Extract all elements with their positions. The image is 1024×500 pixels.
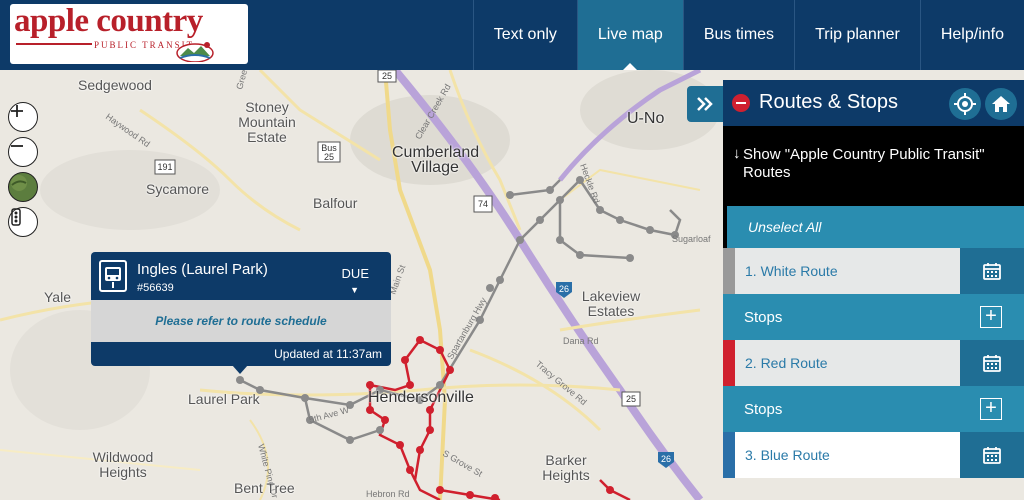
main-nav: Text only Live map Bus times Trip planne…: [472, 0, 1024, 70]
plus-icon[interactable]: +: [980, 398, 1002, 420]
plus-icon[interactable]: +: [980, 306, 1002, 328]
svg-text:25: 25: [324, 152, 334, 162]
svg-text:Hebron Rd: Hebron Rd: [366, 489, 410, 499]
place-label: Laurel Park: [188, 391, 260, 407]
svg-text:Sugarloaf: Sugarloaf: [672, 234, 711, 244]
logo[interactable]: apple country PUBLIC TRANSIT: [10, 4, 248, 64]
satellite-toggle[interactable]: [8, 172, 38, 202]
route-label: 3. Blue Route: [745, 447, 830, 463]
nav-text-only[interactable]: Text only: [472, 0, 577, 70]
place-label: Lakeview Estates: [581, 288, 641, 319]
satellite-icon: [11, 175, 27, 191]
show-routes-label: Show "Apple Country Public Transit" Rout…: [743, 146, 985, 181]
route-item-white[interactable]: 1. White Route: [723, 248, 1024, 294]
show-routes-toggle[interactable]: ↓ Show "Apple Country Public Transit" Ro…: [723, 126, 1024, 206]
unselect-all-button[interactable]: Unselect All: [723, 206, 1024, 248]
route-label: 1. White Route: [745, 263, 838, 279]
popup-message: Please refer to route schedule: [91, 300, 391, 342]
plus-icon: [11, 105, 23, 117]
svg-text:Dana Rd: Dana Rd: [563, 336, 599, 346]
place-label: Wildwood Heights: [92, 449, 154, 480]
traffic-light-icon: [11, 208, 21, 226]
nav-bus-times[interactable]: Bus times: [682, 0, 794, 70]
close-panel-icon[interactable]: [732, 94, 750, 112]
schedule-button[interactable]: [960, 432, 1024, 478]
caret-down-icon[interactable]: ▼: [350, 285, 359, 295]
place-label: Balfour: [313, 195, 358, 211]
svg-text:191: 191: [157, 162, 172, 172]
place-label: Cumberland Village: [392, 144, 480, 176]
collapse-panel-button[interactable]: [687, 86, 723, 122]
zoom-in-button[interactable]: [8, 102, 38, 132]
calendar-icon: [983, 355, 1001, 372]
calendar-icon: [983, 263, 1001, 280]
place-label: Barker Heights: [542, 452, 590, 483]
stops-toggle-red[interactable]: Stops +: [723, 386, 1024, 432]
panel-header: Routes & Stops: [723, 80, 1024, 126]
place-label: Sycamore: [146, 181, 210, 197]
svg-text:74: 74: [478, 199, 488, 209]
minus-icon: [11, 145, 23, 147]
svg-text:25: 25: [382, 71, 392, 81]
logo-landscape-icon: [176, 42, 214, 62]
calendar-icon: [983, 447, 1001, 464]
home-button[interactable]: [985, 88, 1017, 120]
stop-id: #56639: [137, 282, 174, 294]
place-label: Bent Tree: [234, 480, 295, 496]
stop-name: Ingles (Laurel Park): [137, 261, 268, 278]
place-label: Yale: [44, 289, 71, 305]
logo-rule: [16, 43, 92, 45]
route-label: 2. Red Route: [745, 355, 828, 371]
schedule-button[interactable]: [960, 340, 1024, 386]
top-header: apple country PUBLIC TRANSIT Text only L…: [0, 0, 1024, 70]
crosshair-icon: [954, 93, 976, 115]
schedule-button[interactable]: [960, 248, 1024, 294]
route-item-blue[interactable]: 3. Blue Route: [723, 432, 1024, 478]
place-label: U-No: [627, 110, 665, 127]
arrival-status[interactable]: DUE: [342, 266, 369, 281]
popup-header: Ingles (Laurel Park) #56639 DUE ▼: [91, 252, 391, 300]
nav-trip-planner[interactable]: Trip planner: [794, 0, 920, 70]
nav-help-info[interactable]: Help/info: [919, 0, 1024, 70]
stops-label: Stops: [744, 401, 783, 418]
route-item-red[interactable]: 2. Red Route: [723, 340, 1024, 386]
home-icon: [992, 96, 1010, 112]
logo-wordmark: apple country: [14, 4, 203, 39]
locate-me-button[interactable]: [949, 88, 981, 120]
popup-updated: Updated at 11:37am: [91, 342, 391, 366]
place-label: Stoney Mountain Estate: [238, 99, 296, 145]
arrow-down-icon: ↓: [733, 145, 741, 162]
place-label: Sedgewood: [78, 77, 152, 93]
stops-toggle-white[interactable]: Stops +: [723, 294, 1024, 340]
svg-text:26: 26: [559, 284, 569, 294]
popup-pointer: [232, 365, 248, 374]
nav-live-map[interactable]: Live map: [576, 0, 683, 70]
place-label: Hendersonville: [368, 389, 474, 406]
routes-panel: Routes & Stops ↓ Show "Apple Country Pub…: [723, 80, 1024, 500]
svg-text:25: 25: [626, 394, 636, 404]
bus-stop-icon: [99, 260, 127, 292]
panel-title: Routes & Stops: [759, 91, 898, 113]
stops-label: Stops: [744, 309, 783, 326]
layers-button[interactable]: [8, 207, 38, 237]
stop-popup: Ingles (Laurel Park) #56639 DUE ▼ Please…: [91, 252, 391, 374]
svg-text:26: 26: [661, 454, 671, 464]
double-chevron-right-icon: [697, 97, 713, 111]
zoom-out-button[interactable]: [8, 137, 38, 167]
